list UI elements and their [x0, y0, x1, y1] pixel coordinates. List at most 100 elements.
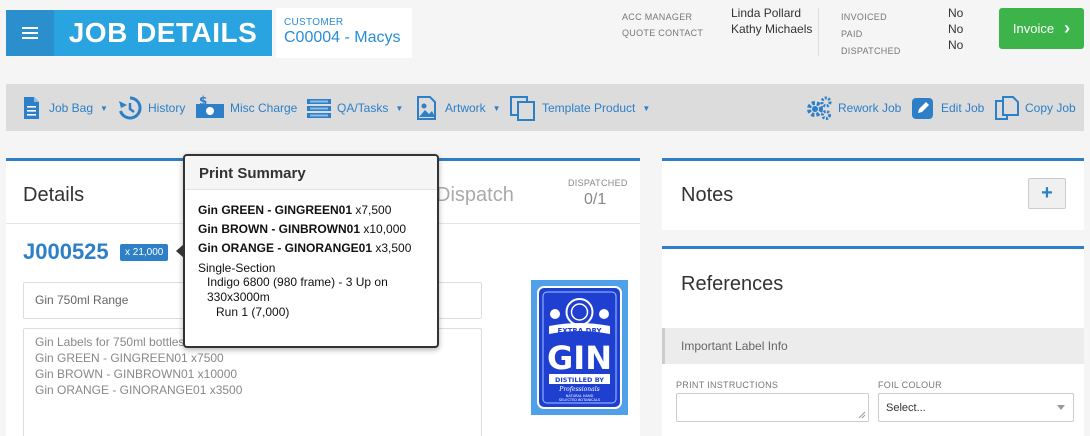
caret-down-icon: ▼	[100, 103, 108, 113]
rework-job-label: Rework Job	[838, 101, 902, 115]
header: JOB DETAILS CUSTOMER C00004 - Macys ACC …	[0, 0, 1090, 75]
svg-text:$: $	[199, 95, 207, 108]
copy-job-button[interactable]: Copy Job	[994, 93, 1076, 123]
history-label: History	[148, 101, 186, 115]
summary-item-qty: x3,500	[375, 241, 412, 255]
dispatched-count: 0/1	[584, 191, 607, 208]
quote-contact-value: Kathy Michaels	[731, 22, 813, 36]
summary-item: Gin BROWN - GINBROWN01 x10,000	[198, 222, 424, 236]
notes-title: Notes	[681, 184, 734, 206]
artwork-thumbnail[interactable]: EXTRA DRY GIN DISTILLED BY Professionals…	[531, 280, 628, 415]
caret-down-icon: ▼	[395, 103, 404, 113]
misc-charge-label: Misc Charge	[230, 101, 298, 115]
artwork-button[interactable]: Artwork ▼	[414, 93, 501, 123]
account-labels: ACC MANAGER QUOTE CONTACT	[622, 9, 703, 41]
foil-colour-select[interactable]: Select...	[878, 393, 1074, 422]
copy-job-label: Copy Job	[1025, 101, 1076, 115]
foil-colour-value: Select...	[886, 402, 926, 414]
summary-item-qty: x7,500	[355, 203, 392, 217]
distilled-text: DISTILLED BY	[555, 376, 604, 384]
hamburger-menu-button[interactable]	[6, 10, 54, 56]
paid-label: PAID	[841, 29, 863, 39]
description-line: Gin BROWN - GINBROWN01 x10000	[35, 367, 238, 381]
plus-icon: +	[1041, 182, 1053, 204]
qa-tasks-button[interactable]: QA/Tasks ▼	[306, 93, 403, 123]
invoice-button-label: Invoice	[1012, 21, 1055, 36]
invoiced-label: INVOICED	[841, 12, 887, 22]
gin-text: GIN	[547, 339, 612, 377]
important-label-info-section[interactable]: Important Label Info	[662, 328, 1084, 364]
status-values: No No No	[948, 5, 963, 53]
selected-text: SELECTED BOTANICALS	[559, 398, 601, 402]
template-product-button[interactable]: Template Product ▼	[509, 93, 650, 123]
job-bag-label: Job Bag	[49, 101, 94, 115]
qa-tasks-label: QA/Tasks	[337, 101, 389, 115]
copy-window-icon	[510, 96, 535, 121]
chevron-right-icon: ›	[1064, 18, 1071, 38]
summary-item-qty: x10,000	[363, 222, 407, 236]
customer-box: CUSTOMER C00004 - Macys	[276, 8, 412, 58]
template-product-label: Template Product	[542, 101, 636, 115]
paid-value: No	[948, 22, 964, 36]
summary-item-name: Gin GREEN - GINGREEN01	[198, 203, 353, 217]
dispatch-tab[interactable]: Dispatch	[436, 184, 514, 207]
edit-icon	[912, 98, 933, 119]
section-name: Single-Section	[198, 261, 276, 275]
dispatched-status-label: DISPATCHED	[841, 46, 901, 56]
print-summary-popover: Print Summary Gin GREEN - GINGREEN01 x7,…	[176, 154, 439, 348]
extra-dry-text: EXTRA DRY	[557, 327, 602, 335]
popover-title: Print Summary	[185, 156, 437, 190]
print-instructions-input[interactable]	[676, 393, 869, 422]
description-line: Gin GREEN - GINGREEN01 x7500	[35, 351, 224, 365]
print-instructions-label: PRINT INSTRUCTIONS	[676, 380, 779, 390]
status-labels: INVOICED PAID DISPATCHED	[841, 9, 901, 60]
references-panel: References Important Label Info PRINT IN…	[662, 246, 1084, 436]
history-button[interactable]: History	[117, 93, 185, 123]
quantity-badge[interactable]: x 21,000	[120, 244, 169, 261]
summary-item-name: Gin BROWN - GINBROWN01	[198, 222, 360, 236]
invoiced-value: No	[948, 6, 964, 20]
dispatched-label: DISPATCHED	[568, 178, 628, 188]
history-icon	[119, 96, 142, 120]
gin-label-image: EXTRA DRY GIN DISTILLED BY Professionals…	[537, 286, 622, 409]
press-line-2: 330x3000m	[207, 290, 270, 304]
header-divider	[818, 8, 819, 56]
summary-item-name: Gin ORANGE - GINORANGE01	[198, 241, 373, 255]
toolbar: Job Bag ▼ History $ Misc Charge QA/Tasks…	[6, 84, 1084, 131]
invoice-button[interactable]: Invoice ›	[999, 8, 1084, 49]
acc-manager-value: Linda Pollard	[731, 6, 802, 20]
description-line: Gin ORANGE - GINORANGE01 x3500	[35, 383, 243, 397]
caret-down-icon: ▼	[492, 103, 501, 113]
details-tab[interactable]: Details	[23, 184, 84, 207]
professionals-text: Professionals	[558, 386, 599, 393]
resize-handle-icon	[858, 411, 866, 419]
customer-value[interactable]: C00004 - Macys	[284, 29, 404, 47]
tasks-icon	[307, 99, 331, 118]
press-line-1: Indigo 6800 (980 frame) - 3 Up on	[207, 275, 388, 289]
add-note-button[interactable]: +	[1028, 178, 1066, 209]
rework-job-button[interactable]: Rework Job	[805, 93, 901, 123]
quote-contact-label: QUOTE CONTACT	[622, 28, 704, 38]
references-title: References	[681, 273, 784, 295]
important-label-info-label: Important Label Info	[681, 339, 788, 353]
gears-icon	[807, 96, 832, 120]
popover-arrow	[176, 244, 184, 258]
popover-body: Gin GREEN - GINGREEN01 x7,500 Gin BROWN …	[185, 190, 437, 333]
money-icon: $	[196, 95, 224, 118]
job-bag-button[interactable]: Job Bag ▼	[18, 93, 108, 123]
misc-charge-button[interactable]: $ Misc Charge	[195, 93, 297, 123]
image-icon	[417, 96, 436, 120]
edit-job-label: Edit Job	[941, 101, 985, 115]
edit-job-button[interactable]: Edit Job	[910, 93, 984, 123]
hamburger-icon	[22, 32, 38, 34]
summary-item: Gin GREEN - GINGREEN01 x7,500	[198, 203, 424, 217]
customer-label: CUSTOMER	[284, 17, 344, 28]
foil-colour-label: FOIL COLOUR	[878, 380, 942, 390]
page-title: JOB DETAILS	[54, 10, 272, 56]
summary-item: Gin ORANGE - GINORANGE01 x3,500	[198, 241, 424, 255]
notes-panel: Notes +	[662, 158, 1084, 230]
acc-manager-label: ACC MANAGER	[622, 12, 693, 22]
document-icon	[24, 97, 39, 119]
run-line: Run 1 (7,000)	[216, 305, 290, 319]
copy-icon	[995, 96, 1019, 120]
